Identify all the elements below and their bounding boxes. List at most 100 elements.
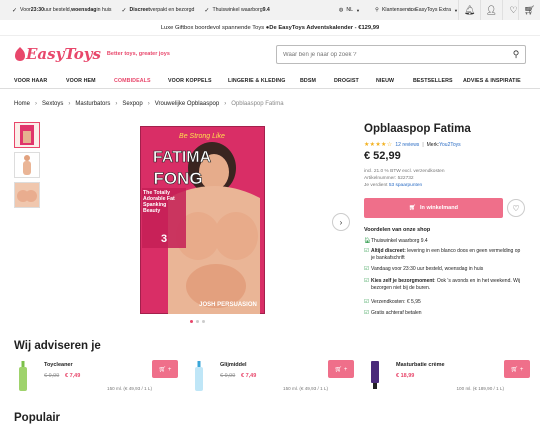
- cart-icon: 🛒︎ +: [510, 366, 524, 373]
- product-main-image[interactable]: Be Strong Like FATIMA FONG The Totally A…: [139, 125, 266, 315]
- box-description-text: The Totally Adorable Fat Spanking Beauty: [143, 190, 175, 214]
- add-to-cart-button[interactable]: 🛒︎ +: [152, 360, 178, 378]
- advantages-title: Voordelen van onze shop: [364, 227, 431, 233]
- box-tagline-text: Be Strong Like: [179, 133, 225, 140]
- add-to-cart-button[interactable]: 🛒︎ +: [328, 360, 354, 378]
- chevron-right-icon: ›: [339, 217, 343, 227]
- cart-icon: 🛒︎ +: [334, 366, 348, 373]
- bottle-icon: [195, 361, 203, 391]
- top-usp-bar: ✓ Voor 23:30 uur besteld, woensdag in hu…: [0, 0, 540, 20]
- recommend-title: Wij adviseren je: [14, 340, 101, 352]
- easytoys-extra-selector[interactable]: ▭ EasyToys Extra ▼: [407, 0, 458, 20]
- bottle-icon: [19, 361, 27, 391]
- recommend-item-glijmiddel[interactable]: Glijmiddel € 9,99 € 7,49 150 ml. (€ 49,9…: [190, 360, 360, 400]
- thuiswinkel-icon: 🏠︎: [364, 238, 371, 244]
- chevron-right-icon: ›: [224, 101, 227, 107]
- heart-icon: ♡: [512, 203, 520, 213]
- reviews-link[interactable]: 12 reviews: [395, 142, 419, 148]
- thumbnail-3[interactable]: [14, 182, 40, 208]
- sku-info: Artikelnummer: 522732: [364, 176, 414, 182]
- add-to-cart-button[interactable]: 🛒︎ In winkelmand: [364, 198, 503, 218]
- product-rating: ★★★★☆ 12 reviews | Merk: You2Toys: [364, 141, 461, 149]
- breadcrumb-masturbators[interactable]: Masturbators: [75, 101, 110, 107]
- product-image: [190, 360, 208, 392]
- nav-nieuw[interactable]: NIEUW: [376, 78, 394, 84]
- heart-icon: ♡: [509, 4, 518, 15]
- nav-drogist[interactable]: DROGIST: [334, 78, 359, 84]
- logo-tagline: Better toys, greater joys: [106, 51, 170, 57]
- popular-title: Populair: [14, 412, 61, 424]
- vat-info: incl. 21.0 % BTW excl. verzendkosten: [364, 169, 445, 174]
- chevron-right-icon: ›: [147, 101, 150, 107]
- product-image: [14, 360, 32, 392]
- usp-waarborg: ✓ Thuiswinkel waarborg 9.4: [204, 7, 270, 14]
- recommend-item-masturbatie-creme[interactable]: Masturbatie crème € 18,99 100 ml. (€ 189…: [366, 360, 536, 400]
- chevron-right-icon: ›: [68, 101, 71, 107]
- breadcrumb-vrouwelijke-opblaaspop[interactable]: Vrouwelijke Opblaaspop: [155, 101, 219, 107]
- carousel-dot[interactable]: [190, 320, 193, 323]
- advantage-item: ☑ Gratis achteraf betalen: [364, 310, 422, 316]
- breadcrumb-sexpop[interactable]: Sexpop: [122, 101, 142, 107]
- tube-icon: [371, 361, 379, 389]
- product-box-image: Be Strong Like FATIMA FONG The Totally A…: [139, 125, 266, 315]
- nav-combideals[interactable]: COMBIDEALS: [114, 78, 151, 84]
- nav-advies-inspiratie[interactable]: ADVIES & INSPIRATIE: [463, 78, 521, 84]
- next-image-button[interactable]: ›: [332, 213, 350, 231]
- add-to-cart-button[interactable]: 🛒︎ +: [504, 360, 530, 378]
- check-icon: ☑: [364, 299, 369, 305]
- nav-voor-koppels[interactable]: VOOR KOPPELS: [168, 78, 212, 84]
- breadcrumb-current: Opblaaspop Fatima: [231, 101, 284, 107]
- product-price: € 52,99: [364, 150, 401, 162]
- check-icon: ☑: [364, 248, 369, 254]
- site-logo[interactable]: EasyToys Better toys, greater joys: [14, 45, 170, 63]
- brand-link[interactable]: You2Toys: [439, 142, 461, 148]
- breadcrumb-home[interactable]: Home: [14, 101, 30, 107]
- nav-voor-hem[interactable]: VOOR HEM: [66, 78, 96, 84]
- usp-delivery: ✓ Voor 23:30 uur besteld, woensdag in hu…: [12, 7, 112, 14]
- product-meta: incl. 21.0 % BTW excl. verzendkosten Art…: [364, 168, 445, 190]
- check-icon: ✓: [12, 7, 18, 14]
- check-icon: ☑: [364, 278, 369, 284]
- extra-card-icon: ▭: [407, 7, 413, 13]
- chevron-right-icon: ›: [35, 101, 38, 107]
- image-carousel-dots: [190, 320, 205, 323]
- check-icon: ☑: [364, 310, 369, 316]
- usp-discreet: ✓ Discreet verpakt en bezorgd: [121, 7, 195, 14]
- product-box-thumbnail: [20, 125, 34, 145]
- globe-icon: ◍: [338, 7, 344, 13]
- logo-mark-icon: [15, 47, 25, 61]
- advantage-item: ☑ Kies zelf je bezorgmoment: Ook 's avon…: [364, 278, 521, 291]
- product-image: [366, 360, 384, 392]
- cart-icon: 🛒︎ +: [158, 366, 172, 373]
- thumbnail-2[interactable]: [14, 152, 40, 178]
- breadcrumb: Home › Sextoys › Masturbators › Sexpop › Vro…: [14, 101, 284, 107]
- search-icon[interactable]: ⚲: [507, 46, 525, 63]
- location-pin-icon: ⚲: [375, 7, 379, 13]
- cart-icon: 🛒︎: [409, 205, 417, 211]
- breadcrumb-sextoys[interactable]: Sextoys: [42, 101, 63, 107]
- product-title: Opblaaspop Fatima: [364, 123, 471, 135]
- nav-lingerie-kleding[interactable]: LINGERIE & KLEDING: [228, 78, 285, 84]
- chevron-down-icon: ▼: [356, 7, 360, 13]
- chevron-right-icon: ›: [115, 101, 118, 107]
- account-button[interactable]: 👤︎: [480, 0, 502, 20]
- promo-banner[interactable]: Luxe Giftbox boordevol spannende Toys ● …: [0, 20, 540, 36]
- nav-bdsm[interactable]: BDSM: [300, 78, 316, 84]
- notifications-button[interactable]: 🔔︎: [458, 0, 480, 20]
- product-detail-thumbnail: [17, 190, 37, 202]
- thumbnail-1[interactable]: [14, 122, 40, 148]
- carousel-dot[interactable]: [202, 320, 205, 323]
- search-bar[interactable]: ⚲: [276, 45, 526, 64]
- divider: |: [422, 141, 424, 148]
- star-rating-icon: ★★★★☆: [364, 142, 393, 148]
- cart-button[interactable]: 🛒︎: [518, 0, 540, 20]
- points-info: Je verdient 53 spaarpunten: [364, 183, 423, 189]
- check-icon: ☑: [364, 266, 369, 272]
- search-input[interactable]: [277, 51, 507, 58]
- add-to-wishlist-button[interactable]: ♡: [507, 199, 525, 217]
- recommend-item-toycleaner[interactable]: Toycleaner € 9,99 € 7,49 150 ml. (€ 49,9…: [14, 360, 184, 400]
- nav-bestsellers[interactable]: BESTSELLERS: [413, 78, 453, 84]
- nav-voor-haar[interactable]: VOOR HAAR: [14, 78, 47, 84]
- carousel-dot[interactable]: [196, 320, 199, 323]
- language-selector[interactable]: ◍ NL ▼: [339, 0, 360, 20]
